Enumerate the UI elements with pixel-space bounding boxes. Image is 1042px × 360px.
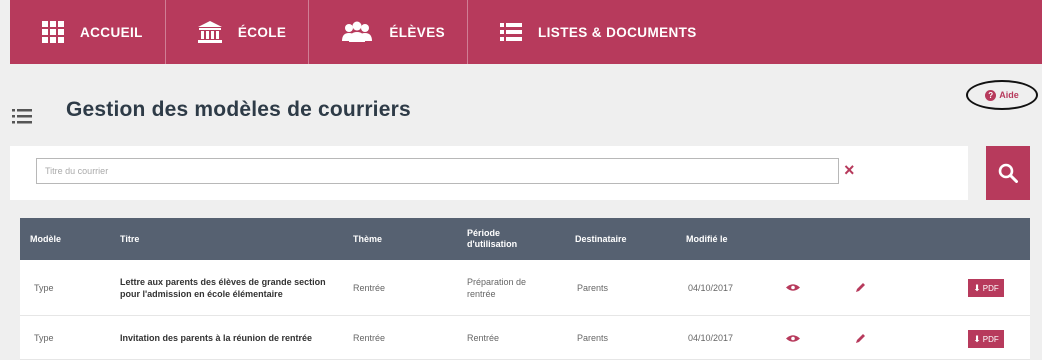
pdf-download-button[interactable]: ⬇ PDF xyxy=(968,279,1004,297)
search-icon xyxy=(998,163,1018,183)
cell-periode: Rentrée xyxy=(467,333,500,343)
pdf-label: PDF xyxy=(982,283,999,293)
top-nav: ACCUEIL ÉCOLE ÉLÈVES LISTES & DOCUMENTS xyxy=(10,0,1042,64)
list-icon xyxy=(500,23,522,41)
cell-modifie: 04/10/2017 xyxy=(688,283,734,293)
pdf-download-button[interactable]: ⬇ PDF xyxy=(968,330,1004,348)
cell-destinataire: Parents xyxy=(577,283,609,293)
header-modele: Modèle xyxy=(30,233,62,244)
school-building-icon xyxy=(197,21,222,43)
nav-item-ecole[interactable]: ÉCOLE xyxy=(166,0,310,64)
nav-item-label: LISTES & DOCUMENTS xyxy=(538,24,697,40)
header-theme: Thème xyxy=(353,233,383,244)
header-destinataire: Destinataire xyxy=(575,233,627,244)
table-row: Type Invitation des parents à la réunion… xyxy=(20,316,1030,360)
nav-item-label: ÉLÈVES xyxy=(389,24,445,40)
page-title: Gestion des modèles de courriers xyxy=(66,98,411,121)
students-icon xyxy=(342,21,373,42)
header-periode-line2: d'utilisation xyxy=(467,239,518,249)
search-bar: × xyxy=(10,146,968,200)
cell-titre: Invitation des parents à la réunion de r… xyxy=(120,333,313,343)
header-periode-line1: Période xyxy=(467,228,501,238)
cell-theme: Rentrée xyxy=(353,283,386,293)
table-header: Modèle Titre Thème Période d'utilisation… xyxy=(20,218,1030,260)
nav-item-label: ÉCOLE xyxy=(237,24,287,40)
clear-search-button[interactable]: × xyxy=(844,160,855,180)
nav-item-accueil[interactable]: ACCUEIL xyxy=(10,0,166,64)
header-periode: Période d'utilisation xyxy=(467,218,517,260)
cell-titre: Lettre aux parents des élèves de grande … xyxy=(120,277,326,299)
table-row: Type Lettre aux parents des élèves de gr… xyxy=(20,260,1030,316)
cell-modele: Type xyxy=(34,333,54,343)
pdf-label: PDF xyxy=(982,334,999,344)
cell-modele: Type xyxy=(34,283,54,293)
nav-item-eleves[interactable]: ÉLÈVES xyxy=(309,0,468,64)
cell-modifie: 04/10/2017 xyxy=(688,333,734,343)
cell-theme: Rentrée xyxy=(353,333,386,343)
help-icon: ? xyxy=(985,89,997,101)
letters-table: Modèle Titre Thème Période d'utilisation… xyxy=(20,218,1030,360)
header-titre: Titre xyxy=(120,233,140,244)
search-input[interactable] xyxy=(36,158,839,184)
nav-item-label: ACCUEIL xyxy=(80,24,143,40)
header-modifie: Modifié le xyxy=(686,233,728,244)
download-icon: ⬇ xyxy=(973,333,981,344)
grid-icon xyxy=(42,21,64,43)
view-eye-icon[interactable] xyxy=(786,334,800,343)
edit-pencil-icon[interactable] xyxy=(855,282,866,293)
nav-item-listes-documents[interactable]: LISTES & DOCUMENTS xyxy=(468,0,719,64)
cell-destinataire: Parents xyxy=(577,333,609,343)
help-label: Aide xyxy=(999,90,1019,100)
cell-periode: Préparation de rentrée xyxy=(467,277,527,299)
download-icon: ⬇ xyxy=(973,282,981,293)
edit-pencil-icon[interactable] xyxy=(855,333,866,344)
view-eye-icon[interactable] xyxy=(786,283,800,292)
menu-list-icon xyxy=(12,109,32,124)
search-button[interactable] xyxy=(986,146,1030,200)
help-link[interactable]: ? Aide xyxy=(966,80,1038,110)
